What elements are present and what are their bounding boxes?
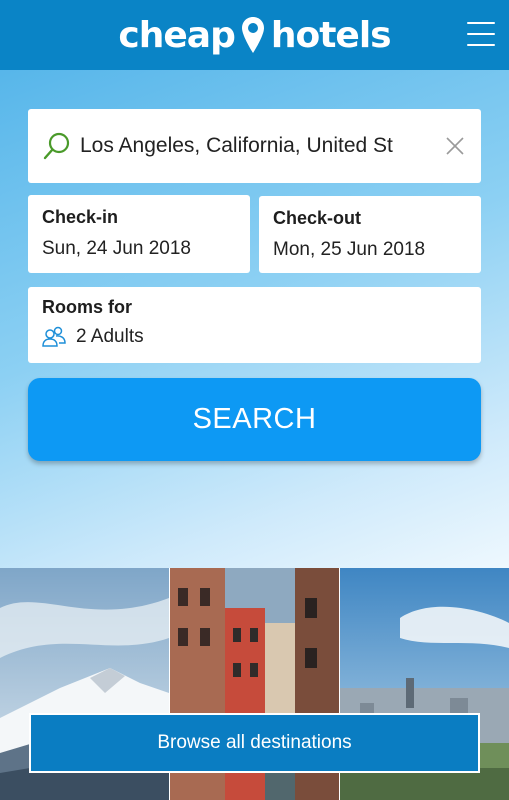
logo: cheap hotels [118, 14, 392, 56]
hamburger-menu-icon[interactable] [467, 22, 495, 46]
check-out-value: Mon, 25 Jun 2018 [273, 239, 426, 260]
destination-input[interactable]: Los Angeles, California, United St [80, 134, 429, 158]
search-icon [43, 132, 70, 160]
people-icon [42, 326, 66, 347]
search-button[interactable]: SEARCH [28, 378, 481, 461]
rooms-field[interactable]: Rooms for 2 Adults [28, 287, 481, 363]
check-out-label: Check-out [273, 208, 362, 228]
destination-field[interactable]: Los Angeles, California, United St [28, 109, 481, 183]
rooms-label: Rooms for [42, 297, 132, 317]
logo-text-cheap: cheap [118, 14, 235, 56]
check-out-field[interactable]: Check-out Mon, 25 Jun 2018 [259, 196, 481, 273]
browse-destinations-button[interactable]: Browse all destinations [29, 713, 480, 773]
check-in-field[interactable]: Check-in Sun, 24 Jun 2018 [28, 195, 250, 273]
check-in-label: Check-in [42, 207, 119, 227]
map-pin-icon [241, 16, 265, 54]
logo-text-hotels: hotels [270, 14, 392, 56]
app-header: cheap hotels [0, 0, 509, 70]
check-in-value: Sun, 24 Jun 2018 [42, 238, 191, 259]
rooms-value: 2 Adults [76, 326, 144, 347]
close-icon[interactable] [443, 134, 467, 158]
